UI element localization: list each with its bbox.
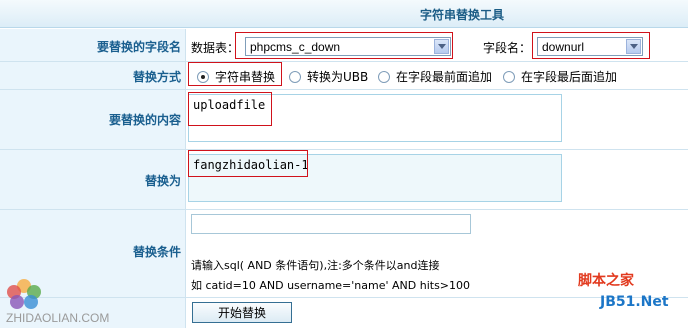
- field-label: 字段名：: [483, 41, 532, 55]
- content-row-label-cell: 要替换的内容: [0, 90, 186, 149]
- field-row-value-cell: 数据表： phpcms_c_down 字段名： downurl: [187, 29, 688, 61]
- content-row-label: 要替换的内容: [108, 113, 181, 127]
- replace-row-value-cell: fangzhidaolian-1: [187, 150, 688, 209]
- radio-button[interactable]: [378, 70, 390, 83]
- condition-row-label: 替换条件: [132, 245, 181, 259]
- radio-convert-ubb[interactable]: 转换为UBB: [289, 68, 368, 85]
- radio-button[interactable]: [289, 70, 301, 83]
- content-row-value-cell: uploadfile: [187, 90, 688, 149]
- radio-append[interactable]: 在字段最后面追加: [503, 68, 617, 85]
- content-row: 要替换的内容 uploadfile: [0, 90, 688, 150]
- field-highlight-box: [532, 32, 650, 59]
- table-highlight-box: [235, 32, 453, 59]
- watermark-right-en: JB51.Net: [600, 294, 669, 310]
- mode-row: 替换方式 字符串替换 转换为UBB 在字段最前面追加 在字段最后面追加: [0, 62, 688, 90]
- field-row: 要替换的字段名 数据表： phpcms_c_down 字段名： downurl: [0, 29, 688, 62]
- radio-label: 在字段最前面追加: [396, 70, 493, 84]
- replace-row-label: 替换为: [144, 174, 181, 188]
- replace-with-highlight-box: [188, 150, 308, 177]
- watermark-left-text: ZHIDAOLIAN.COM: [6, 311, 110, 325]
- title-bar: 字符串替换工具: [0, 0, 688, 28]
- condition-input[interactable]: [191, 214, 471, 234]
- content-highlight-box: [188, 92, 272, 126]
- field-row-label: 要替换的字段名: [96, 40, 181, 54]
- replace-row-label-cell: 替换为: [0, 150, 186, 209]
- mode-row-label: 替换方式: [132, 70, 181, 84]
- condition-example: 如 catid=10 AND username='name' AND hits>…: [191, 279, 471, 292]
- mode-row-value-cell: 字符串替换 转换为UBB 在字段最前面追加 在字段最后面追加: [187, 62, 688, 89]
- start-replace-button[interactable]: 开始替换: [192, 302, 292, 323]
- mode-highlight-box: [188, 62, 282, 86]
- table-label: 数据表：: [191, 41, 240, 55]
- radio-label: 转换为UBB: [307, 70, 369, 84]
- watermark-right-cn: 脚本之家: [578, 273, 634, 289]
- watermark-logo-left: ZHIDAOLIAN.COM: [2, 276, 142, 326]
- mode-row-label-cell: 替换方式: [0, 62, 186, 89]
- radio-button[interactable]: [503, 70, 515, 83]
- watermark-logo-right: 脚本之家 JB51.Net: [578, 270, 669, 310]
- replace-row: 替换为 fangzhidaolian-1: [0, 150, 688, 210]
- page-title: 字符串替换工具: [420, 8, 505, 22]
- radio-label: 在字段最后面追加: [521, 70, 618, 84]
- field-row-label-cell: 要替换的字段名: [0, 29, 186, 61]
- flower-logo-icon: [7, 279, 41, 309]
- condition-hint: 请输入sql( AND 条件语句),注:多个条件以and连接: [191, 259, 440, 272]
- radio-prepend[interactable]: 在字段最前面追加: [378, 68, 492, 85]
